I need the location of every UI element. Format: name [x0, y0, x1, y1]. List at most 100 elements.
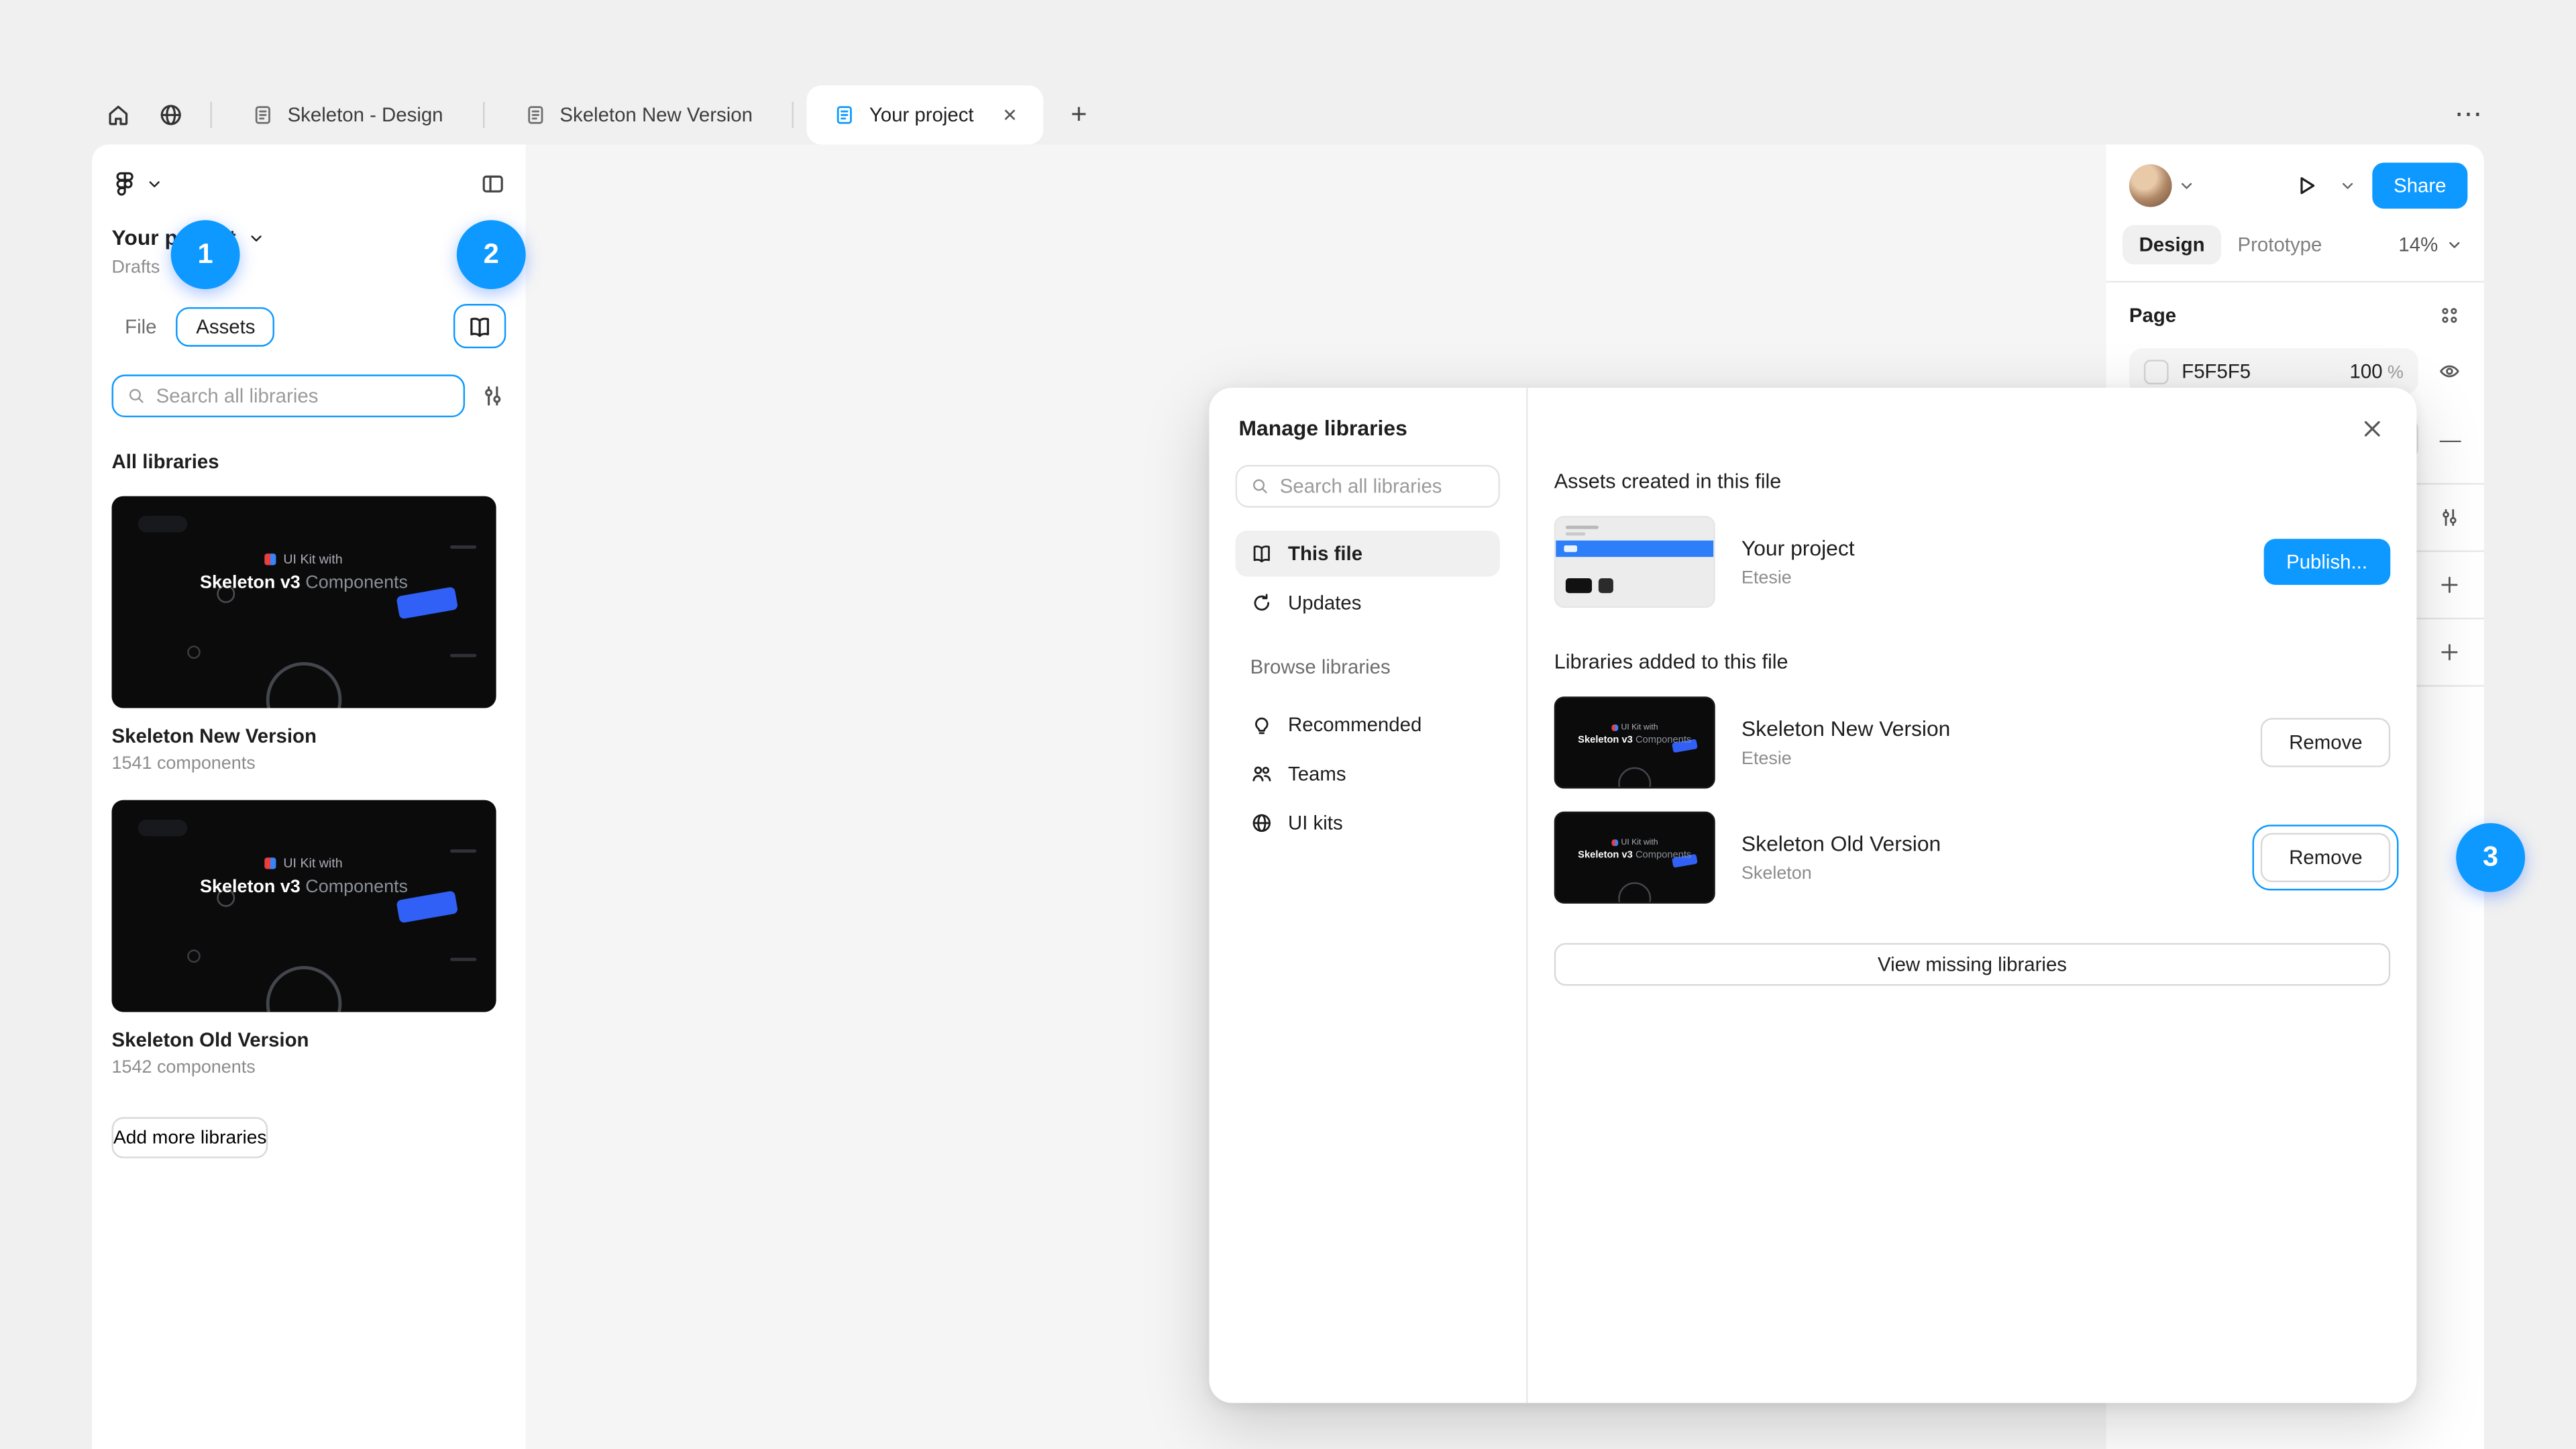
sliders-icon	[2438, 506, 2461, 529]
close-dialog-button[interactable]	[2351, 407, 2394, 450]
play-icon	[2294, 172, 2320, 199]
file-tab-skeleton-design[interactable]: Skeleton - Design	[225, 85, 470, 144]
nav-ui-kits[interactable]: UI kits	[1236, 800, 1500, 847]
tab-design[interactable]: Design	[2123, 225, 2221, 265]
user-menu-button[interactable]	[2177, 176, 2196, 195]
tab-divider	[792, 102, 794, 128]
tab-prototype[interactable]: Prototype	[2221, 225, 2339, 265]
open-libraries-button[interactable]	[453, 304, 506, 348]
tab-file[interactable]: File	[112, 307, 170, 346]
assets-section-heading: Assets created in this file	[1554, 470, 2391, 492]
dialog-search-input[interactable]: Search all libraries	[1236, 465, 1500, 508]
page-heading: Page	[2129, 304, 2176, 327]
opacity-group[interactable]: 100 %	[2350, 360, 2404, 382]
tab-label: Your project	[869, 103, 974, 126]
tab-label: Skeleton - Design	[288, 103, 443, 126]
search-placeholder: Search all libraries	[1280, 475, 1442, 498]
plus-icon: +	[1071, 99, 1087, 131]
plus-icon	[2438, 641, 2461, 663]
thumb-decoration	[1618, 767, 1651, 789]
dialog-title: Manage libraries	[1236, 411, 1500, 465]
lightbulb-icon	[1250, 713, 1273, 736]
tab-divider	[482, 102, 484, 128]
plus-icon	[2438, 574, 2461, 596]
nav-recommended[interactable]: Recommended	[1236, 702, 1500, 748]
project-title-row[interactable]: Your project	[112, 223, 506, 252]
row-action: Remove 3	[2261, 833, 2391, 882]
design-file-icon	[833, 103, 856, 126]
open-variables-button[interactable]	[2438, 506, 2461, 529]
library-name: Skeleton Old Version	[1741, 831, 1941, 856]
chevron-down-icon	[246, 227, 265, 247]
remove-library-button[interactable]: Remove	[2261, 833, 2391, 882]
present-button[interactable]	[2285, 164, 2328, 207]
thumb-decoration	[450, 654, 476, 657]
remove-theme-button[interactable]: —	[2440, 427, 2461, 451]
color-swatch[interactable]	[2144, 359, 2169, 384]
nav-this-file[interactable]: This file	[1236, 531, 1500, 577]
close-tab-button[interactable]: ✕	[994, 99, 1026, 131]
add-more-libraries-button[interactable]: Add more libraries	[112, 1117, 268, 1158]
overflow-menu-button[interactable]: ⋯	[2455, 99, 2484, 131]
thumb-decoration	[450, 545, 476, 549]
file-tab-your-project[interactable]: Your project ✕	[807, 85, 1043, 144]
present-options-button[interactable]	[2338, 176, 2357, 195]
kit-flag-icon	[265, 857, 276, 869]
add-export-button[interactable]	[2438, 641, 2461, 663]
thumb-intro: UI Kit with	[283, 856, 342, 871]
nav-updates[interactable]: Updates	[1236, 580, 1500, 626]
canvas[interactable]: Manage libraries Search all libraries Th…	[526, 145, 2106, 1449]
dialog-left-panel: Manage libraries Search all libraries Th…	[1209, 388, 1526, 1403]
file-tab-skeleton-new-version[interactable]: Skeleton New Version	[497, 85, 779, 144]
nav-teams[interactable]: Teams	[1236, 751, 1500, 797]
library-row: UI Kit with Skeleton v3 Components Skele…	[1554, 812, 2391, 904]
new-tab-button[interactable]: +	[1053, 92, 1105, 138]
refresh-icon	[1250, 592, 1273, 614]
view-missing-libraries-button[interactable]: View missing libraries	[1554, 943, 2391, 986]
ellipsis-icon: ⋯	[2455, 99, 2484, 130]
publish-button[interactable]: Publish...	[2263, 539, 2390, 585]
browse-libraries-heading: Browse libraries	[1236, 655, 1500, 678]
row-action: Remove	[2261, 718, 2391, 767]
thumb-decoration	[1566, 526, 1599, 529]
library-card[interactable]: UI Kit with Skeleton v3 Components Skele…	[112, 800, 506, 1078]
library-name: Skeleton Old Version	[112, 1028, 506, 1051]
thumb-brand: Skeleton v3	[1578, 851, 1633, 861]
library-card[interactable]: UI Kit with Skeleton v3 Components Skele…	[112, 496, 506, 774]
filter-libraries-button[interactable]	[480, 383, 506, 409]
libraries-section-heading: Libraries added to this file	[1554, 651, 2391, 674]
add-style-button[interactable]	[2438, 574, 2461, 596]
row-action: Publish...	[2263, 539, 2390, 585]
visibility-toggle[interactable]	[2438, 360, 2461, 382]
search-icon	[1250, 476, 1270, 496]
opacity-value: 100	[2350, 360, 2383, 382]
thumb-decoration	[1618, 882, 1651, 904]
chevron-down-icon	[2445, 235, 2464, 254]
toggle-sidebar-button[interactable]	[480, 171, 506, 197]
zoom-menu-button[interactable]: 14%	[2398, 233, 2464, 256]
thumb-decoration	[450, 958, 476, 961]
remove-library-button[interactable]: Remove	[2261, 718, 2391, 767]
library-owner: Skeleton	[1741, 864, 1941, 883]
thumb-decoration	[1556, 541, 1713, 557]
zoom-level: 14%	[2398, 233, 2438, 256]
tab-assets[interactable]: Assets	[176, 307, 275, 346]
row-meta: Skeleton Old Version Skeleton	[1741, 831, 1941, 883]
avatar[interactable]	[2129, 164, 2172, 207]
library-search-input[interactable]: Search all libraries	[112, 374, 466, 417]
library-thumbnail: UI Kit with Skeleton v3 Components	[1554, 696, 1715, 788]
main-menu-button[interactable]	[112, 171, 164, 197]
all-libraries-heading: All libraries	[112, 450, 506, 473]
nav-label: Updates	[1288, 592, 1361, 614]
thumb-decoration	[138, 820, 187, 836]
community-button[interactable]	[145, 92, 197, 138]
thumb-suffix: Components	[1633, 851, 1691, 861]
library-name: Skeleton New Version	[112, 724, 506, 747]
home-button[interactable]	[92, 92, 144, 138]
thumb-decoration	[266, 662, 342, 708]
styles-icon[interactable]	[2438, 304, 2461, 327]
thumb-suffix: Components	[1633, 736, 1691, 746]
share-button[interactable]: Share	[2372, 162, 2467, 209]
sidebar-tabs: File Assets	[112, 304, 506, 348]
chevron-down-icon	[145, 174, 164, 194]
